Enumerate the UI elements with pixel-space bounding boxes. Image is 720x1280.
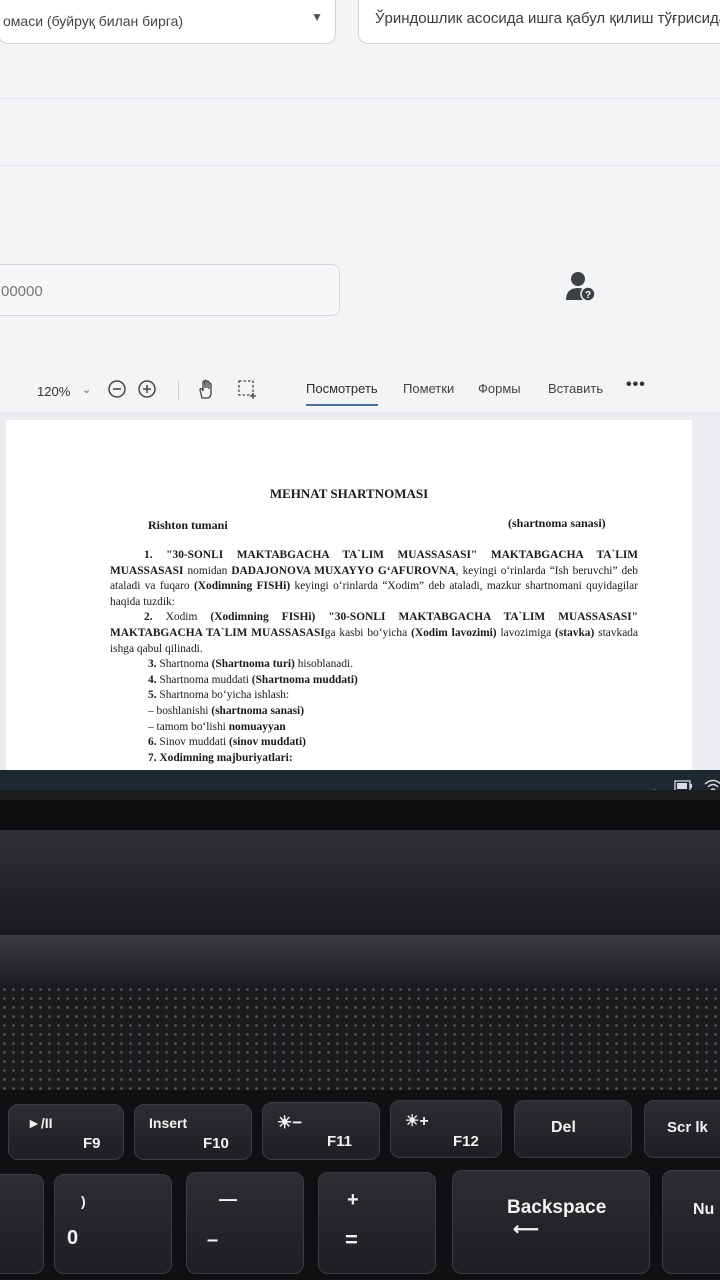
reason-field[interactable]: Ўриндошлик асосида ишга қабул қилиш тўғр… bbox=[358, 0, 720, 44]
document-page: MEHNAT SHARTNOMASI Rishton tumani (shart… bbox=[6, 420, 692, 790]
taskbar: ︿ bbox=[0, 770, 720, 790]
speaker-grille bbox=[0, 985, 720, 1095]
wifi-icon[interactable] bbox=[704, 778, 720, 790]
zoom-out-icon[interactable] bbox=[106, 378, 128, 400]
tab-annotations[interactable]: Пометки bbox=[403, 381, 454, 396]
arrow-left-icon: ⟵ bbox=[513, 1219, 539, 1239]
pdf-toolbar: 120% ⌄ Посмотреть Пометки Формы Вставить… bbox=[0, 362, 720, 412]
user-question-icon[interactable]: ? bbox=[566, 270, 596, 302]
laptop-bezel bbox=[0, 800, 720, 830]
more-menu-button[interactable]: ••• bbox=[626, 376, 646, 394]
key-num-lock[interactable]: Nu bbox=[662, 1170, 720, 1274]
key-zero[interactable]: ) 0 bbox=[54, 1174, 172, 1274]
clause-2: 2. Xodim (Xodimning FISHi) "30-SONLI MAK… bbox=[110, 611, 639, 655]
tab-view[interactable]: Посмотреть bbox=[306, 381, 378, 406]
keyboard: ►/II F9 Insert F10 ☀− F11 ☀+ F12 Del Scr… bbox=[0, 1090, 720, 1280]
tab-insert[interactable]: Вставить bbox=[548, 381, 603, 396]
document-date: (shartnoma sanasi) bbox=[508, 516, 606, 530]
key-f10[interactable]: Insert F10 bbox=[134, 1104, 252, 1160]
key-equals[interactable]: + = bbox=[318, 1172, 436, 1274]
laptop-hinge bbox=[0, 830, 720, 940]
number-value: 00000 bbox=[1, 283, 43, 300]
key-partial[interactable] bbox=[0, 1174, 44, 1274]
hand-tool-icon[interactable] bbox=[196, 378, 218, 400]
key-minus[interactable]: — – bbox=[186, 1172, 304, 1274]
dropdown-arrow-icon[interactable]: ▼ bbox=[311, 10, 323, 24]
divider bbox=[0, 98, 720, 99]
zoom-level[interactable]: 120% bbox=[37, 384, 70, 399]
clause-5-start: – boshlanishi (shartnoma sanasi) bbox=[148, 704, 305, 717]
key-delete[interactable]: Del bbox=[514, 1100, 632, 1158]
key-scroll-lock[interactable]: Scr lk bbox=[644, 1100, 720, 1158]
chevron-down-icon[interactable]: ⌄ bbox=[82, 383, 91, 396]
key-f12[interactable]: ☀+ F12 bbox=[390, 1100, 502, 1158]
clause-7: 7. Xodimning majburiyatlari: bbox=[148, 751, 293, 764]
tab-forms[interactable]: Формы bbox=[478, 381, 521, 396]
clause-6: 6. Sinov muddati (sinov muddati) bbox=[148, 736, 306, 749]
document-viewer[interactable]: MEHNAT SHARTNOMASI Rishton tumani (shart… bbox=[0, 412, 720, 790]
reason-value: Ўриндошлик асосида ишга қабул қилиш тўғр… bbox=[375, 10, 720, 27]
zoom-in-icon[interactable] bbox=[136, 378, 158, 400]
clause-1: 1. "30-SONLI MAKTABGACHA TA`LIM MUASSASA… bbox=[110, 549, 639, 608]
document-place: Rishton tumani bbox=[148, 518, 228, 532]
order-type-value: омаси (буйруқ билан бирга) bbox=[3, 13, 184, 29]
clause-5-end: – tamom bo‘lishi nomuayyan bbox=[148, 720, 286, 733]
order-type-select[interactable]: омаси (буйруқ билан бирга) ▼ bbox=[0, 0, 336, 44]
screen: омаси (буйруқ билан бирга) ▼ Ўриндошлик … bbox=[0, 0, 720, 790]
battery-icon[interactable] bbox=[674, 780, 694, 790]
chevron-up-icon[interactable]: ︿ bbox=[648, 778, 661, 790]
select-area-icon[interactable] bbox=[236, 378, 258, 400]
toolbar-separator bbox=[178, 380, 179, 400]
key-backspace[interactable]: Backspace ⟵ bbox=[452, 1170, 650, 1274]
svg-text:?: ? bbox=[585, 290, 591, 301]
laptop-edge bbox=[0, 935, 720, 985]
clause-3: 3. Shartnoma (Shartnoma turi) hisoblanad… bbox=[148, 658, 354, 671]
divider bbox=[0, 165, 720, 166]
document-title: MEHNAT SHARTNOMASI bbox=[269, 486, 429, 501]
clause-5: 5. Shartnoma bo‘yicha ishlash: bbox=[148, 689, 290, 702]
clause-4: 4. Shartnoma muddati (Shartnoma muddati) bbox=[148, 673, 358, 686]
number-field[interactable]: 00000 bbox=[0, 264, 340, 316]
key-f9[interactable]: ►/II F9 bbox=[8, 1104, 124, 1160]
key-f11[interactable]: ☀− F11 bbox=[262, 1102, 380, 1160]
document-body: 1. "30-SONLI MAKTABGACHA TA`LIM MUASSASA… bbox=[110, 548, 638, 766]
